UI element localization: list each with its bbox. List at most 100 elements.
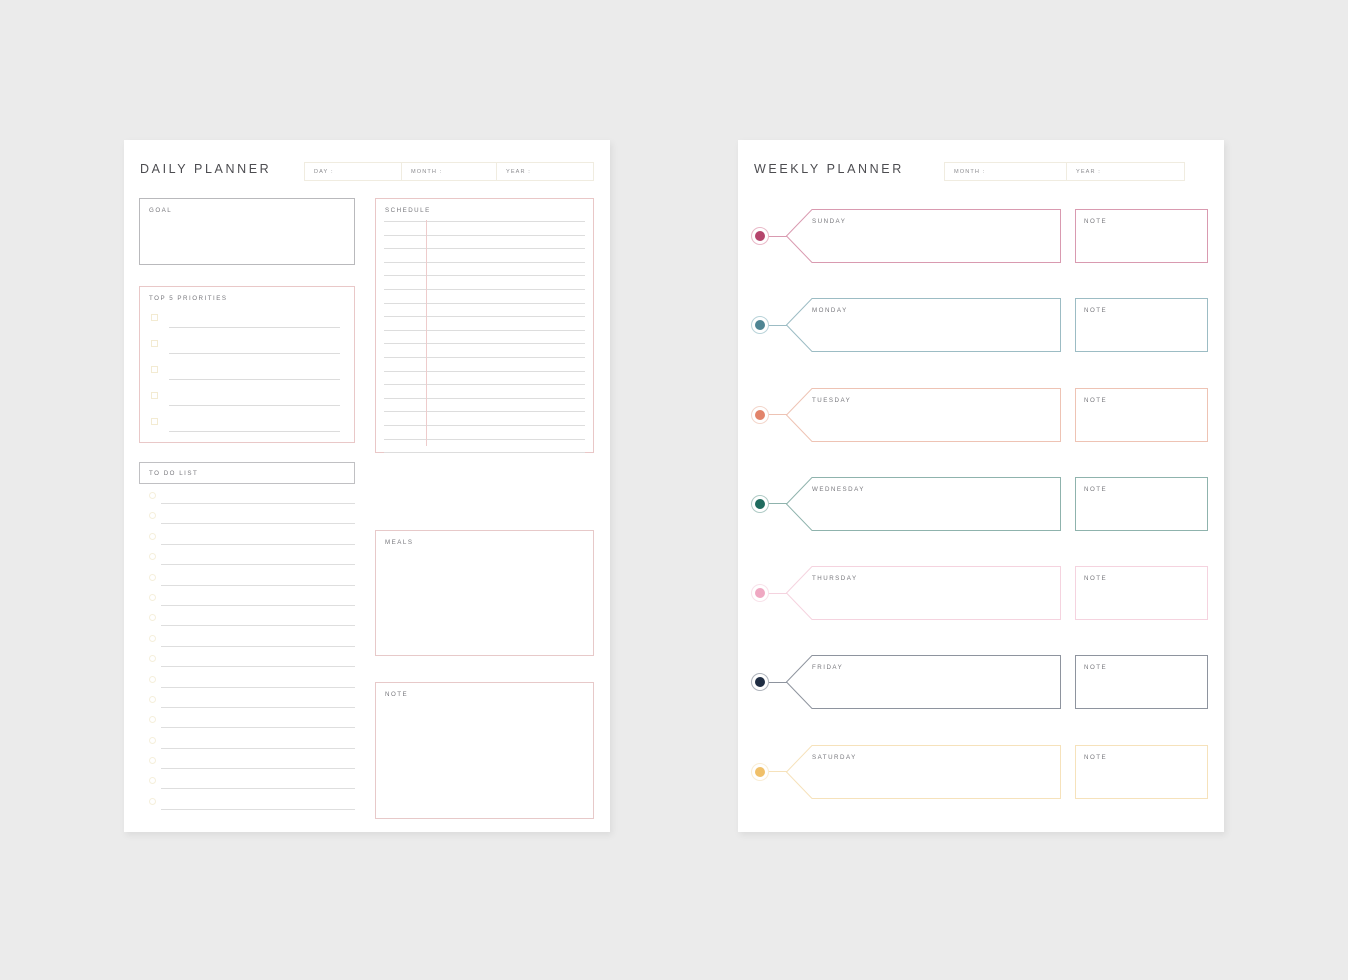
todo-row[interactable] (139, 611, 355, 631)
todo-write-line (161, 543, 355, 545)
planner-stage: DAILY PLANNER DAY : MONTH : YEAR : GOAL … (0, 0, 1348, 980)
todo-row[interactable] (139, 713, 355, 733)
priority-row[interactable] (140, 362, 354, 388)
day-field[interactable]: DAY : (304, 162, 402, 181)
todo-checkbox[interactable] (149, 695, 156, 703)
day-entry-tag[interactable]: MONDAY (786, 298, 1061, 352)
priority-checkbox[interactable] (151, 340, 158, 347)
day-note-panel[interactable]: NOTE (1075, 744, 1208, 799)
month-field[interactable]: MONTH : (401, 162, 497, 181)
todo-checkbox[interactable] (149, 716, 156, 724)
todo-checkbox[interactable] (149, 777, 156, 785)
priority-write-line (169, 379, 340, 380)
day-marker-dot-icon[interactable] (751, 494, 769, 513)
priority-write-line (169, 327, 340, 328)
weekly-header-fields: MONTH : YEAR : (944, 162, 1185, 181)
todo-checkbox[interactable] (149, 736, 156, 744)
schedule-write-line (384, 452, 585, 454)
todo-checkbox[interactable] (149, 532, 156, 540)
todo-checkbox[interactable] (149, 675, 156, 683)
day-marker-dot-icon[interactable] (751, 673, 769, 692)
day-entry-tag[interactable]: SATURDAY (786, 745, 1061, 799)
day-note-panel[interactable]: NOTE (1075, 476, 1208, 531)
day-entry-tag[interactable]: SUNDAY (786, 209, 1061, 263)
schedule-write-line (384, 384, 585, 386)
goal-label: GOAL (149, 207, 173, 214)
priority-checkbox[interactable] (151, 366, 158, 373)
todo-checkbox[interactable] (149, 492, 156, 499)
day-note-panel[interactable]: NOTE (1075, 387, 1208, 442)
priority-checkbox[interactable] (151, 314, 158, 321)
weekday-row-tuesday: TUESDAY NOTE (738, 377, 1224, 466)
day-note-panel[interactable]: NOTE (1075, 209, 1208, 263)
todo-row[interactable] (139, 632, 355, 652)
todo-checkbox[interactable] (149, 573, 156, 581)
todo-row[interactable] (139, 530, 355, 550)
todo-row[interactable] (139, 489, 355, 509)
todo-row[interactable] (139, 509, 355, 529)
todo-row[interactable] (139, 550, 355, 570)
todo-checkbox[interactable] (149, 797, 156, 805)
day-note-panel[interactable]: NOTE (1075, 566, 1208, 621)
day-note-panel[interactable]: NOTE (1075, 655, 1208, 710)
todo-checkbox[interactable] (149, 634, 156, 642)
todo-row[interactable] (139, 652, 355, 672)
day-note-panel[interactable]: NOTE (1075, 298, 1208, 353)
week-year-field[interactable]: YEAR : (1066, 162, 1185, 181)
day-connector-line (769, 414, 787, 416)
weekday-row-sunday: SUNDAY NOTE (738, 198, 1224, 287)
priority-row[interactable] (140, 310, 354, 336)
todo-write-line (161, 706, 355, 708)
day-marker-dot-icon[interactable] (751, 762, 769, 781)
daily-planner-sheet: DAILY PLANNER DAY : MONTH : YEAR : GOAL … (124, 140, 610, 832)
todo-row[interactable] (139, 795, 355, 815)
schedule-time-divider (426, 220, 427, 446)
todo-checkbox[interactable] (149, 553, 156, 561)
todo-checkbox[interactable] (149, 593, 156, 601)
todo-write-line (161, 604, 355, 606)
day-marker-core (755, 766, 765, 777)
meals-panel[interactable]: MEALS (375, 530, 594, 656)
day-connector-line (769, 681, 787, 683)
todo-row[interactable] (139, 754, 355, 774)
todo-write-line (161, 666, 355, 668)
week-month-field-label: MONTH : (954, 168, 986, 175)
schedule-write-line (384, 248, 585, 250)
goal-panel[interactable]: GOAL (139, 198, 355, 265)
todo-checkbox[interactable] (149, 655, 156, 663)
daily-note-panel[interactable]: NOTE (375, 682, 594, 819)
day-name-label: SUNDAY (812, 218, 847, 225)
day-marker-dot-icon[interactable] (751, 584, 769, 603)
todo-row[interactable] (139, 571, 355, 591)
day-entry-tag[interactable]: WEDNESDAY (786, 477, 1061, 531)
todo-checkbox[interactable] (149, 512, 156, 520)
day-marker-dot-icon[interactable] (751, 405, 769, 424)
priority-row[interactable] (140, 388, 354, 414)
day-entry-tag[interactable]: THURSDAY (786, 566, 1061, 620)
day-marker-dot-icon[interactable] (751, 227, 769, 245)
schedule-write-line (384, 234, 585, 236)
day-marker-core (755, 498, 765, 509)
todo-row[interactable] (139, 591, 355, 611)
todo-row[interactable] (139, 734, 355, 754)
priority-row[interactable] (140, 414, 354, 440)
year-field[interactable]: YEAR : (496, 162, 594, 181)
todo-checkbox[interactable] (149, 614, 156, 622)
schedule-write-line (384, 411, 585, 413)
todo-row[interactable] (139, 693, 355, 713)
todo-row[interactable] (139, 774, 355, 794)
week-month-field[interactable]: MONTH : (944, 162, 1067, 181)
priority-row[interactable] (140, 336, 354, 362)
day-marker-dot-icon[interactable] (751, 316, 769, 335)
todo-checkbox[interactable] (149, 757, 156, 765)
day-entry-tag[interactable]: TUESDAY (786, 388, 1061, 442)
priority-checkbox[interactable] (151, 418, 158, 425)
day-note-label: NOTE (1084, 396, 1108, 404)
schedule-write-line (384, 329, 585, 331)
day-entry-tag[interactable]: FRIDAY (786, 655, 1061, 709)
todo-list-header: TO DO LIST (139, 462, 355, 484)
priority-checkbox[interactable] (151, 392, 158, 399)
todo-row[interactable] (139, 673, 355, 693)
schedule-label: SCHEDULE (385, 207, 431, 214)
weekday-row-wednesday: WEDNESDAY NOTE (738, 466, 1224, 555)
